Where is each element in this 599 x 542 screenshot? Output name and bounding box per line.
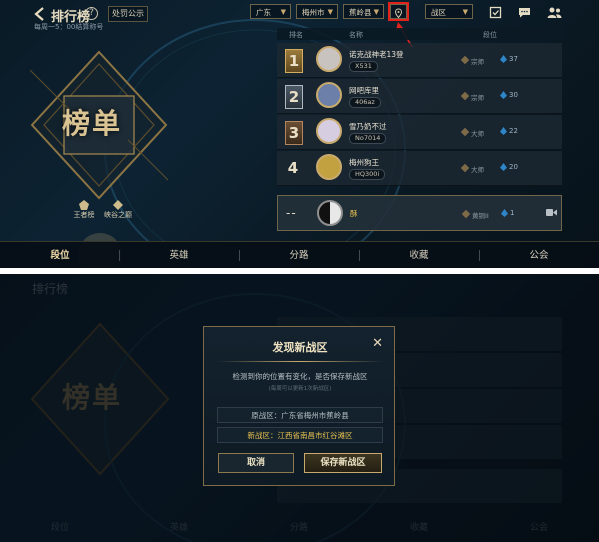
rank-column-header: 排名 [289, 31, 303, 39]
save-zone-button[interactable]: 保存新战区 [304, 453, 382, 473]
new-zone-field: 新战区：江西省南昌市红谷滩区 [217, 427, 383, 443]
tier-label: 大师 [471, 166, 484, 174]
player-name: 雪乃奶不过 [349, 122, 387, 131]
avatar [316, 154, 342, 180]
player-tag: HQ300i [349, 169, 386, 180]
dialog-title: 发现新战区 [272, 341, 328, 354]
player-name: 梅州狗王 [349, 158, 379, 167]
dialog-hint: (每周可以更新1次新战区) [268, 386, 332, 392]
tier-label: 大师 [471, 130, 484, 138]
emblem-title: 榜单 [62, 107, 123, 140]
tab-lane[interactable]: 分路 [239, 242, 359, 268]
tab-rank[interactable]: 段位 [0, 242, 120, 268]
table-row[interactable]: 2 网吧库里 406az 宗师 30 [277, 79, 562, 114]
leaderboard-screen: 排行榜 ? 处罚公示 每周一5：00结算称号 广东 ▼ 梅州市 ▼ 蕉岭县 ▼ 战区 ▼… [0, 0, 599, 268]
player-name: 酥 [350, 209, 358, 218]
player-tag: 406az [349, 97, 381, 108]
player-name: 网吧库里 [349, 86, 379, 95]
video-icon[interactable] [546, 208, 557, 217]
cancel-button[interactable]: 取消 [218, 453, 294, 473]
king-ranking-badge[interactable]: 王者榜 [67, 210, 101, 220]
table-row[interactable]: 3 雪乃奶不过 No7014 大师 22 [277, 115, 562, 150]
star-count: 22 [509, 127, 518, 135]
table-row[interactable]: 4 梅州狗王 HQ300i 大师 20 [277, 151, 562, 186]
name-column-header: 名称 [349, 31, 363, 39]
tab-bar: 段位 英雄 分路 收藏 公会 [0, 241, 599, 268]
star-count: 37 [509, 55, 518, 63]
peak-ranking-badge[interactable]: 峡谷之巅 [101, 210, 135, 220]
peak-badge-icon [113, 200, 123, 210]
star-count: 20 [509, 163, 518, 171]
rank-medal: 3 [285, 121, 303, 145]
king-badge-icon [79, 200, 89, 210]
divider [217, 361, 383, 362]
player-name: 诺克战神老13登 [349, 50, 404, 59]
tab-hero[interactable]: 英雄 [119, 242, 239, 268]
table-row[interactable]: 1 诺克战神老13登 X531 宗师 37 [277, 43, 562, 78]
avatar [316, 82, 342, 108]
dialog-message: 检测到你的位置有变化，是否保存新战区 [232, 372, 368, 381]
rank-medal: 2 [285, 85, 303, 109]
star-count: 1 [510, 209, 515, 217]
table-header: 排名 名称 段位 [277, 28, 562, 40]
ranking-table: 排名 名称 段位 1 诺克战神老13登 X531 宗师 37 2 网吧库里 40… [277, 28, 562, 233]
tier-label: 黄铜II [472, 212, 489, 220]
self-rank-row[interactable]: -- 酥 黄铜II 1 [277, 195, 562, 231]
rank-number: 4 [287, 159, 299, 177]
player-tag: X531 [349, 61, 378, 72]
tab-guild[interactable]: 公会 [479, 242, 599, 268]
avatar [317, 200, 343, 226]
old-zone-field: 原战区：广东省梅州市蕉岭县 [217, 407, 383, 423]
avatar [316, 46, 342, 72]
star-count: 30 [509, 91, 518, 99]
task-icon[interactable] [489, 6, 502, 19]
close-icon[interactable]: ✕ [372, 336, 383, 351]
chat-icon[interactable] [518, 6, 531, 19]
avatar [316, 118, 342, 144]
friends-icon[interactable] [547, 6, 562, 19]
rank-medal: 1 [285, 49, 303, 73]
tier-column-header: 段位 [483, 31, 497, 39]
self-rank: -- [286, 206, 297, 220]
player-tag: No7014 [349, 133, 387, 144]
tier-label: 宗师 [471, 94, 484, 102]
new-zone-dialog: 发现新战区 ✕ 检测到你的位置有变化，是否保存新战区 (每周可以更新1次新战区)… [203, 326, 395, 486]
tier-label: 宗师 [471, 58, 484, 66]
new-zone-screen: 排行榜 榜单 段位 英雄 分路 收藏 公会 发现新战区 ✕ 检测到你的位置有变化… [0, 274, 599, 542]
tab-favorites[interactable]: 收藏 [359, 242, 479, 268]
